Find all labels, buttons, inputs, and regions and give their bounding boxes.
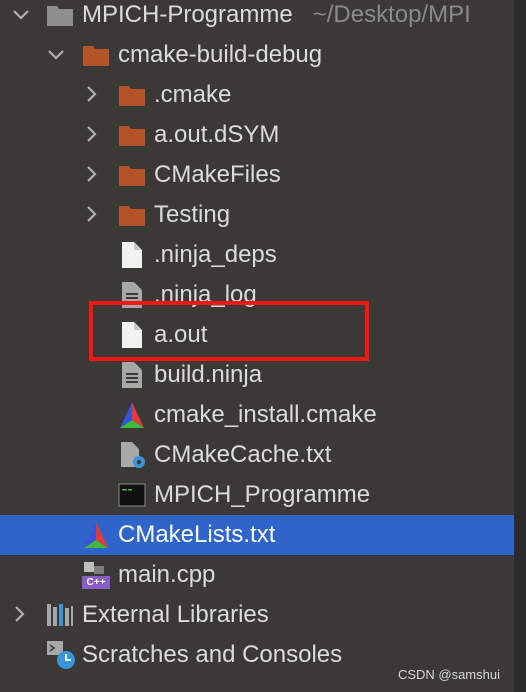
tree-item-label: .ninja_log [154, 281, 257, 308]
tree-row-file[interactable]: cmake_install.cmake [0, 395, 514, 435]
tree-row-external-libraries[interactable]: External Libraries [0, 595, 514, 635]
tree-root-path: ~/Desktop/MPI [312, 1, 471, 28]
chevron-right-icon[interactable] [80, 203, 102, 225]
tree-item-label: .ninja_deps [154, 241, 277, 268]
tree-item-label: Scratches and Consoles [82, 641, 343, 668]
tree-row-file[interactable]: CMakeCache.txt [0, 435, 514, 475]
chevron-right-icon[interactable] [80, 163, 102, 185]
executable-icon [118, 483, 146, 507]
tree-row-folder[interactable]: Testing [0, 195, 514, 235]
folder-icon [83, 46, 109, 66]
tree-item-label: External Libraries [82, 601, 269, 628]
folder-icon [119, 126, 145, 146]
file-icon [122, 322, 142, 348]
libraries-icon [47, 604, 73, 626]
tree-item-label: CMakeCache.txt [154, 441, 332, 468]
tree-item-label: .cmake [154, 81, 232, 108]
chevron-right-icon[interactable] [8, 603, 30, 625]
config-file-icon [121, 442, 145, 468]
tree-item-label: cmake_install.cmake [154, 401, 377, 428]
cmake-icon [84, 522, 108, 548]
tree-row-file[interactable]: .ninja_log [0, 275, 514, 315]
folder-icon [119, 86, 145, 106]
chevron-right-icon[interactable] [80, 123, 102, 145]
text-file-icon [122, 282, 142, 308]
tree-item-label: a.out [154, 321, 208, 348]
tree-item-label: cmake-build-debug [118, 41, 323, 68]
cpp-file-icon: C++ [82, 560, 112, 590]
tree-item-label: build.ninja [154, 361, 263, 388]
project-tree-panel: MPICH-Programme ~/Desktop/MPI cmake-build… [0, 0, 514, 692]
tree-item-label: main.cpp [118, 561, 216, 588]
tree-row-folder[interactable]: .cmake [0, 75, 514, 115]
tree-item-label: Testing [154, 201, 231, 228]
cpp-badge: C++ [86, 577, 106, 588]
chevron-down-icon[interactable] [10, 3, 32, 25]
tree-root-label: MPICH-Programme ~/Desktop/MPI [82, 1, 471, 28]
scratches-icon [47, 641, 75, 669]
folder-icon [119, 166, 145, 186]
tree-item-label: a.out.dSYM [154, 121, 280, 148]
tree-row-folder[interactable]: CMakeFiles [0, 155, 514, 195]
tree-row-cmakelists[interactable]: CMakeLists.txt [0, 515, 514, 555]
chevron-down-icon[interactable] [45, 43, 67, 65]
folder-icon [119, 206, 145, 226]
tree-item-label: CMakeLists.txt [118, 521, 276, 548]
text-file-icon [122, 362, 142, 388]
tree-row-root[interactable]: MPICH-Programme ~/Desktop/MPI [0, 0, 514, 35]
tree-item-label: CMakeFiles [154, 161, 281, 188]
tree-row-file[interactable]: MPICH_Programme [0, 475, 514, 515]
chevron-right-icon[interactable] [80, 83, 102, 105]
cmake-icon [120, 402, 144, 428]
tree-row-folder[interactable]: a.out.dSYM [0, 115, 514, 155]
folder-icon [47, 6, 73, 26]
watermark-text: CSDN @samshui [397, 667, 500, 682]
tree-item-label: MPICH_Programme [154, 481, 371, 508]
tree-row-file[interactable]: build.ninja [0, 355, 514, 395]
tree-row-main-cpp[interactable]: C++ main.cpp [0, 555, 514, 595]
tree-row-file[interactable]: .ninja_deps [0, 235, 514, 275]
file-icon [122, 242, 142, 268]
tree-row-cmake-build-debug[interactable]: cmake-build-debug [0, 35, 514, 75]
scrollbar[interactable] [514, 0, 526, 692]
tree-row-file[interactable]: a.out [0, 315, 514, 355]
